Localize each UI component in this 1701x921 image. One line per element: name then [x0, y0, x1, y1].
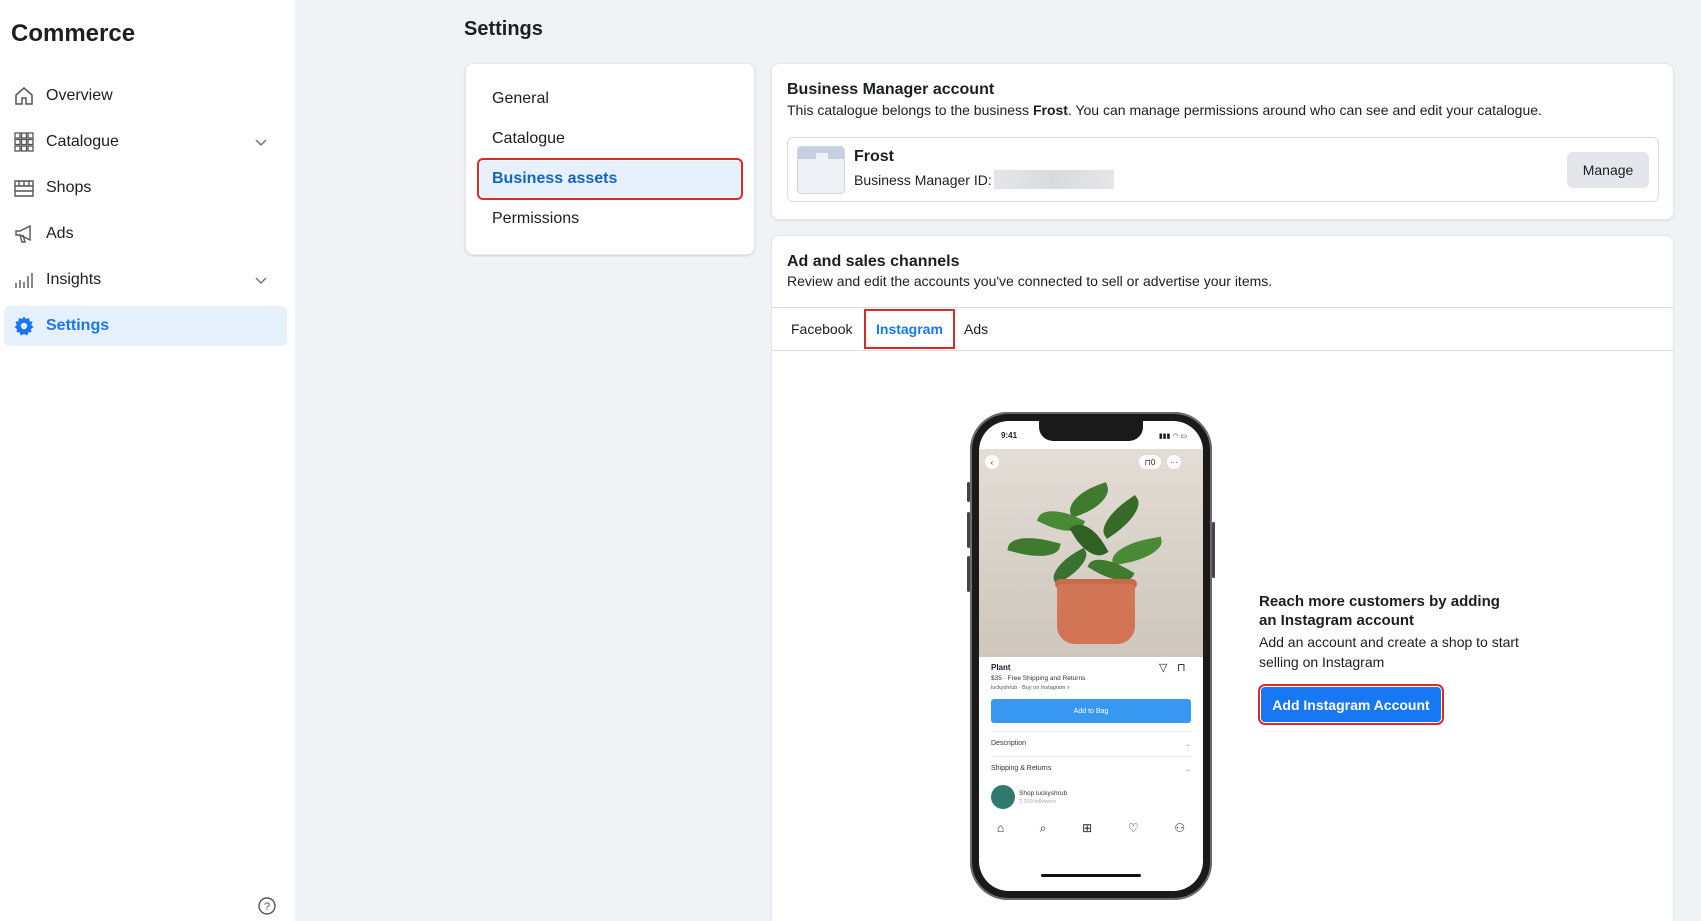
storefront-icon: [13, 177, 35, 199]
menu-item-permissions[interactable]: Permissions: [479, 200, 741, 238]
profile-icon: ⚇: [1174, 821, 1186, 835]
redacted-id: [994, 170, 1114, 189]
sidebar-item-label: Overview: [46, 87, 113, 104]
menu-item-general[interactable]: General: [479, 80, 741, 118]
card-description: Review and edit the accounts you've conn…: [787, 273, 1273, 289]
settings-menu: General Catalogue Business assets Permis…: [465, 63, 755, 255]
card-title: Ad and sales channels: [787, 253, 960, 270]
business-id-label: Business Manager ID:: [854, 172, 992, 188]
search-icon: ⌕: [1039, 820, 1047, 835]
business-name: Frost: [1032, 102, 1068, 118]
channel-tabs: Facebook Instagram Ads: [772, 307, 1673, 351]
status-time: 9:41: [1001, 431, 1018, 440]
app-title: Commerce: [11, 20, 136, 47]
sidebar-item-label: Insights: [46, 271, 102, 288]
card-title: Business Manager account: [787, 81, 995, 98]
page-title: Settings: [464, 18, 543, 40]
promo-title: Reach more customers by adding an Instag…: [1259, 593, 1500, 629]
share-icon: ▽: [1159, 662, 1168, 674]
card-description: This catalogue belongs to the business F…: [787, 102, 1542, 118]
more-icon: ···: [1167, 455, 1181, 469]
shop-name: Shop luckyshrub: [1019, 790, 1068, 797]
add-to-bag-button: Add to Bag: [991, 699, 1191, 723]
manage-button[interactable]: Manage: [1567, 152, 1649, 188]
phone-screen: 9:41 ▮▮▮ ◠ ▭ ‹ ⊓ 0 ··· Plant $35 · Free S…: [979, 421, 1203, 891]
add-instagram-account-button[interactable]: Add Instagram Account: [1258, 684, 1444, 725]
sidebar-item-settings[interactable]: Settings: [4, 306, 287, 346]
shipping-row: Shipping & Returns ⌄: [991, 756, 1191, 773]
bar-chart-icon: [13, 269, 35, 291]
signal-icon: ▮▮▮ ◠ ▭: [1158, 433, 1187, 440]
heart-icon: ♡: [1127, 821, 1139, 835]
sidebar-item-overview[interactable]: Overview: [4, 76, 287, 116]
shop-followers: 7,209 followers: [1019, 799, 1056, 805]
grid-icon: [13, 131, 35, 153]
add-icon: ⊞: [1082, 821, 1093, 835]
phone-bottom-nav: ⌂ ⌕ ⊞ ♡ ⚇: [979, 813, 1203, 843]
megaphone-icon: [13, 223, 35, 245]
bookmark-icon: ⊓: [1177, 662, 1186, 674]
menu-item-business-assets[interactable]: Business assets: [477, 158, 743, 200]
phone-mockup: 9:41 ▮▮▮ ◠ ▭ ‹ ⊓ 0 ··· Plant $35 · Free S…: [967, 412, 1215, 900]
sidebar-item-label: Ads: [46, 225, 74, 242]
sidebar-item-label: Catalogue: [46, 133, 119, 150]
home-icon: ⌂: [996, 821, 1005, 835]
business-account-row: Frost Business Manager ID: Manage: [787, 137, 1659, 202]
menu-item-catalogue[interactable]: Catalogue: [479, 120, 741, 158]
product-name: Plant: [991, 663, 1011, 672]
tab-instagram[interactable]: Instagram: [864, 309, 955, 349]
product-photo: ‹ ⊓ 0 ···: [979, 449, 1203, 657]
business-name-label: Frost: [854, 148, 894, 165]
description-row: Description ⌄: [991, 731, 1191, 748]
sidebar-item-ads[interactable]: Ads: [4, 214, 287, 254]
business-thumbnail: [797, 146, 845, 194]
sidebar-item-label: Settings: [46, 317, 110, 334]
channels-card: Ad and sales channels Review and edit th…: [771, 235, 1674, 921]
chevron-down-icon[interactable]: [253, 272, 269, 288]
shop-avatar: [991, 785, 1015, 809]
back-icon: ‹: [985, 455, 999, 469]
seller-line: luckyshrub · Buy on Instagram »: [991, 685, 1070, 691]
sidebar-item-label: Shops: [46, 179, 92, 196]
sidebar-item-shops[interactable]: Shops: [4, 168, 287, 208]
promo-description: Add an account and create a shop to star…: [1259, 634, 1519, 670]
tab-facebook[interactable]: Facebook: [791, 308, 852, 350]
svg-text:?: ?: [264, 901, 270, 913]
gear-icon: [13, 315, 35, 337]
home-icon: [13, 85, 35, 107]
sidebar-nav: Overview Catalogue Shops Ads Insights Se…: [4, 76, 287, 352]
help-icon[interactable]: ?: [257, 896, 277, 916]
sidebar: Commerce Overview Catalogue Shops Ads In…: [0, 0, 295, 921]
business-manager-card: Business Manager account This catalogue …: [771, 63, 1674, 220]
product-price: $35 · Free Shipping and Returns: [991, 675, 1086, 682]
cart-icon: ⊓ 0: [1139, 455, 1161, 469]
tab-ads[interactable]: Ads: [964, 308, 988, 350]
sidebar-item-insights[interactable]: Insights: [4, 260, 287, 300]
chevron-down-icon[interactable]: [253, 134, 269, 150]
sidebar-item-catalogue[interactable]: Catalogue: [4, 122, 287, 162]
